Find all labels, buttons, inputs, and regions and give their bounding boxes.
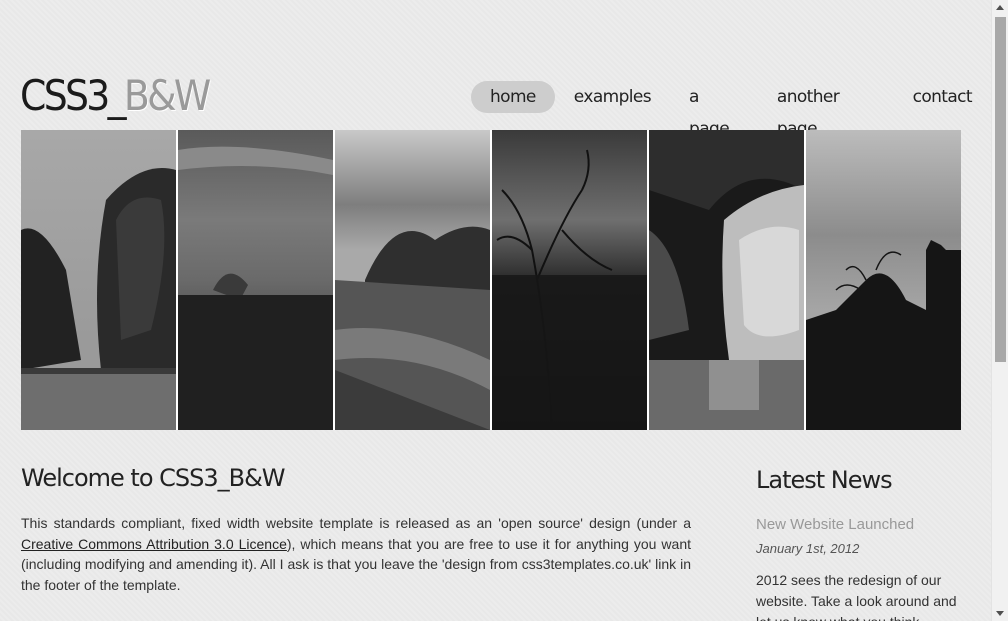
slideshow [21,130,961,430]
page: CSS3_B&W home examples a page another pa… [0,0,991,621]
menu-item-a-page[interactable]: a page [670,81,758,139]
menu-item-examples[interactable]: examples [555,81,670,113]
menu-item-home[interactable]: home [471,81,555,113]
menu-item-contact[interactable]: contact [894,81,991,113]
logo-text-css3: CSS3_ [20,71,127,120]
bare-branches-photo [492,130,647,430]
site-logo[interactable]: CSS3_B&W [20,70,211,122]
church-silhouette-photo [806,130,961,430]
logo-text-bw: B&W [123,71,211,120]
vertical-scrollbar[interactable] [991,0,1008,621]
main-content: Welcome to CSS3_B&W This standards compl… [21,460,691,595]
page-heading: Welcome to CSS3_B&W [21,464,286,492]
intro-text-start: This standards compliant, fixed width we… [21,515,691,531]
news-date: January 1st, 2012 [756,541,860,556]
scroll-up-arrow-icon[interactable] [996,5,1004,10]
ruins-path-photo [335,130,490,430]
licence-link[interactable]: Creative Commons Attribution 3.0 Licence [21,536,287,552]
scroll-down-arrow-icon[interactable] [996,611,1004,616]
news-text: 2012 sees the redesign of our website. T… [756,572,957,621]
misty-field-photo [178,130,333,430]
sidebar-heading: Latest News [756,466,893,494]
menu-item-another-page[interactable]: another page [758,81,894,139]
news-title: New Website Launched [756,516,915,533]
intro-paragraph: This standards compliant, fixed width we… [21,513,691,595]
sidebar: Latest News New Website Launched January… [756,462,961,621]
stone-wall-ruin-photo [649,130,804,430]
trees-and-field-photo [21,130,176,430]
scrollbar-thumb[interactable] [995,17,1006,362]
main-menu: home examples a page another page contac… [471,81,991,139]
